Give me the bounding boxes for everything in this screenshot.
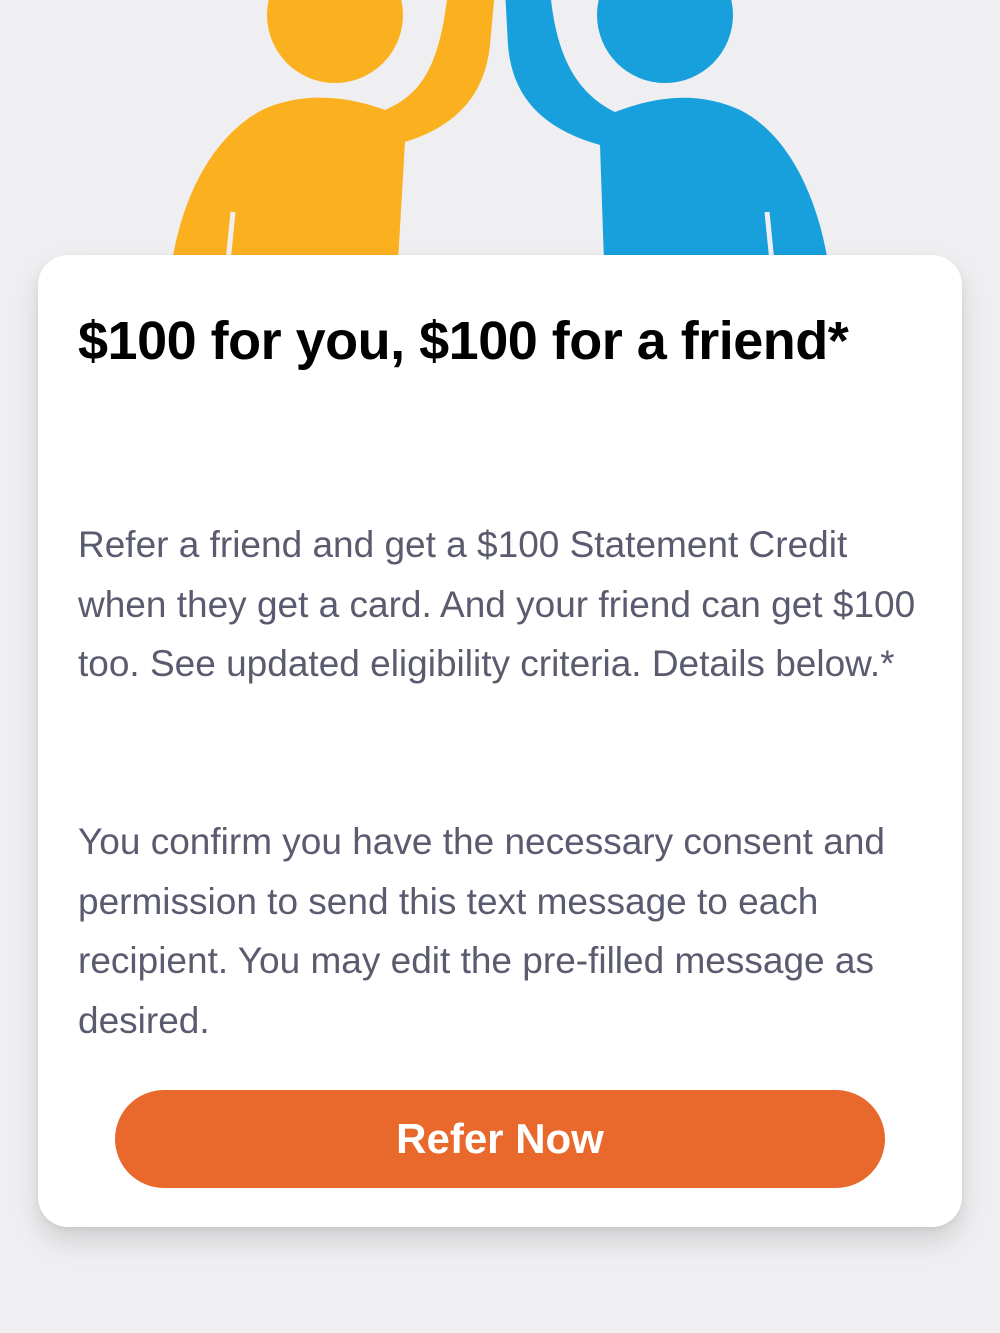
referral-title: $100 for you, $100 for a friend* <box>78 311 849 371</box>
right-person-figure <box>505 0 828 262</box>
left-person-figure <box>172 0 495 262</box>
people-high-five-icon <box>172 0 828 263</box>
refer-now-button[interactable]: Refer Now <box>115 1090 885 1188</box>
consent-notice: You confirm you have the necessary conse… <box>78 821 885 1041</box>
referral-card: $100 for you, $100 for a friend* Refer a… <box>38 255 962 1227</box>
referral-description: Refer a friend and get a $100 Statement … <box>78 524 916 684</box>
high-five-illustration <box>0 0 1000 263</box>
